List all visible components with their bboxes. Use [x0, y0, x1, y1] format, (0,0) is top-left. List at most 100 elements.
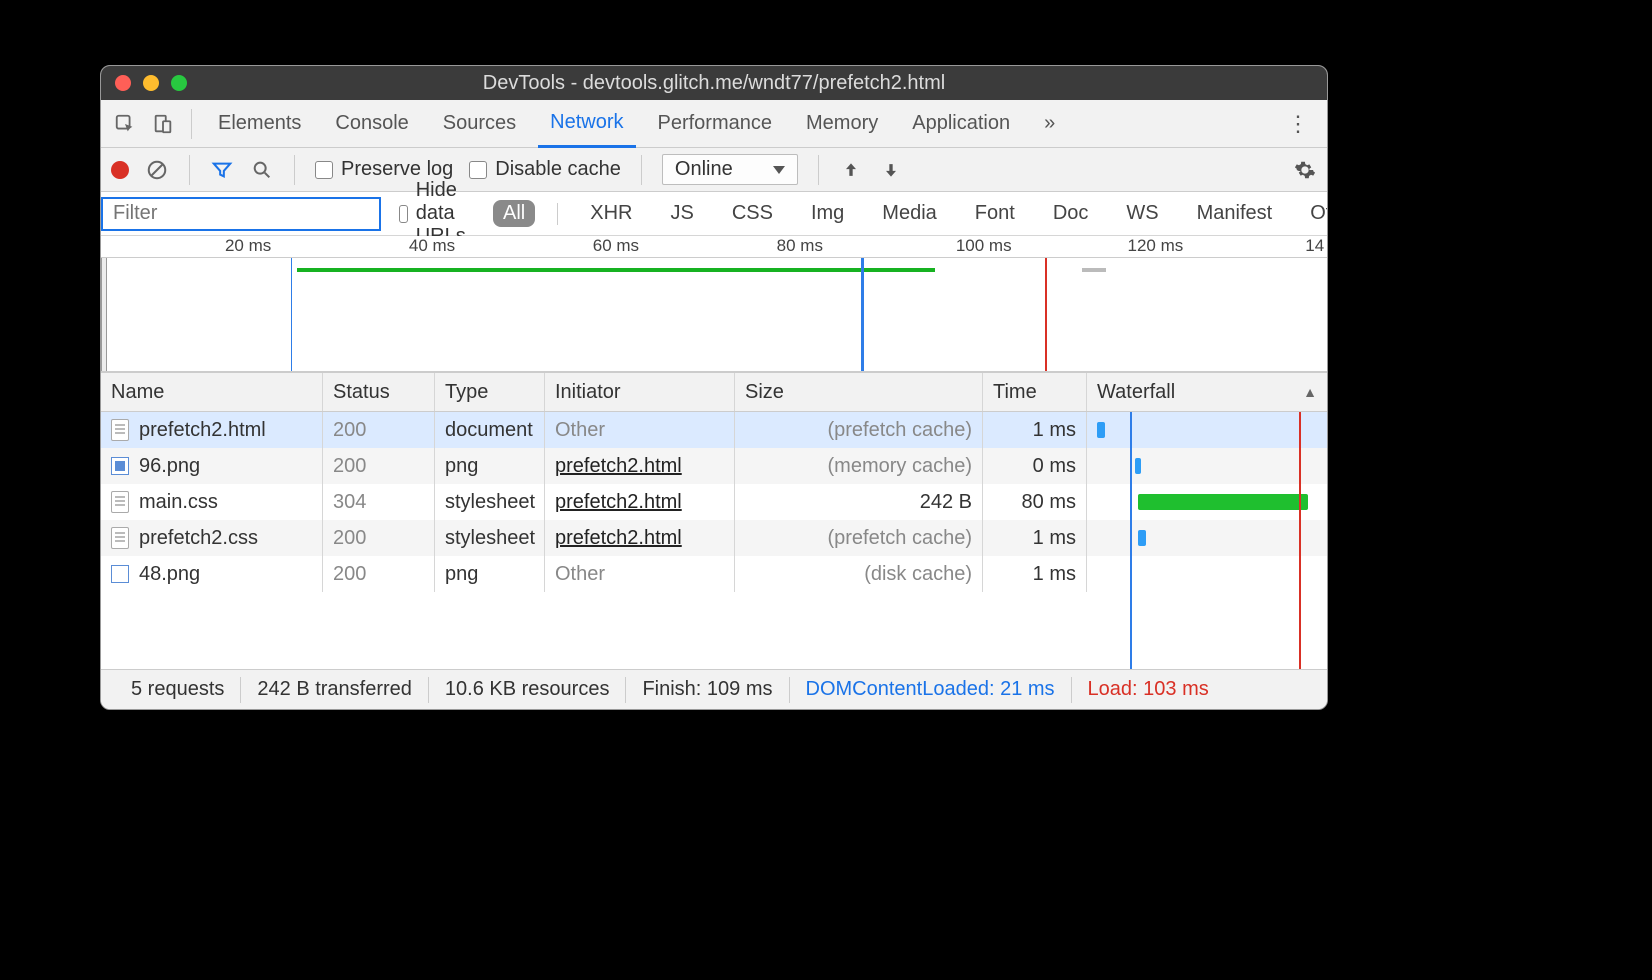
record-button[interactable] [111, 161, 129, 179]
column-status[interactable]: Status [323, 373, 435, 411]
file-icon [111, 491, 129, 513]
tab-application[interactable]: Application [900, 100, 1022, 148]
cell-status: 200 [323, 556, 435, 592]
column-name[interactable]: Name [101, 373, 323, 411]
throttling-value: Online [675, 158, 733, 181]
filter-type-xhr[interactable]: XHR [580, 200, 642, 227]
status-bar: 5 requests 242 B transferred 10.6 KB res… [101, 669, 1327, 709]
cell-initiator[interactable]: prefetch2.html [545, 484, 735, 520]
tick-label: 100 ms [956, 236, 1012, 256]
clear-icon[interactable] [145, 158, 169, 182]
column-waterfall[interactable]: Waterfall ▲ [1087, 373, 1327, 411]
search-icon[interactable] [250, 158, 274, 182]
cell-type: png [435, 448, 545, 484]
table-row[interactable]: 48.png200pngOther(disk cache)1 ms [101, 556, 1327, 592]
filter-type-js[interactable]: JS [660, 200, 703, 227]
minimize-window-button[interactable] [143, 75, 159, 91]
cell-status: 200 [323, 412, 435, 448]
filter-type-img[interactable]: Img [801, 200, 854, 227]
throttling-select[interactable]: Online [662, 154, 798, 185]
status-finish: Finish: 109 ms [626, 678, 788, 701]
column-time[interactable]: Time [983, 373, 1087, 411]
checkbox-icon [399, 205, 408, 223]
device-toolbar-icon[interactable] [149, 110, 177, 138]
preserve-log-checkbox[interactable]: Preserve log [315, 158, 453, 181]
cell-type: stylesheet [435, 520, 545, 556]
overview-ruler: 20 ms 40 ms 60 ms 80 ms 100 ms 120 ms 14 [101, 236, 1327, 258]
separator [189, 155, 190, 185]
devtools-window: DevTools - devtools.glitch.me/wndt77/pre… [100, 65, 1328, 710]
cell-status: 304 [323, 484, 435, 520]
tab-sources[interactable]: Sources [431, 100, 528, 148]
overview-handle-left[interactable] [101, 258, 107, 371]
column-type[interactable]: Type [435, 373, 545, 411]
column-waterfall-label: Waterfall [1097, 381, 1175, 404]
filter-input[interactable] [101, 197, 381, 231]
filter-type-css[interactable]: CSS [722, 200, 783, 227]
window-title: DevTools - devtools.glitch.me/wndt77/pre… [101, 72, 1327, 95]
tab-more[interactable]: » [1032, 100, 1067, 148]
filter-type-media[interactable]: Media [872, 200, 946, 227]
tab-network[interactable]: Network [538, 100, 635, 148]
status-transferred: 242 B transferred [241, 678, 428, 701]
more-options-icon[interactable]: ⋮ [1279, 111, 1317, 137]
cell-initiator: Other [545, 556, 735, 592]
separator [294, 155, 295, 185]
tick-label: 40 ms [409, 236, 455, 256]
cell-name: prefetch2.html [101, 412, 323, 448]
network-toolbar: Preserve log Disable cache Online [101, 148, 1327, 192]
filter-type-manifest[interactable]: Manifest [1187, 200, 1283, 227]
filter-type-ws[interactable]: WS [1116, 200, 1168, 227]
tick-label: 14 [1305, 236, 1324, 256]
maximize-window-button[interactable] [171, 75, 187, 91]
filter-type-other[interactable]: Other [1300, 200, 1328, 227]
cell-type: stylesheet [435, 484, 545, 520]
column-size[interactable]: Size [735, 373, 983, 411]
cell-size: 242 B [735, 484, 983, 520]
filter-type-all[interactable]: All [493, 200, 535, 227]
filter-type-font[interactable]: Font [965, 200, 1025, 227]
cell-initiator: Other [545, 412, 735, 448]
table-row[interactable]: prefetch2.css200stylesheetprefetch2.html… [101, 520, 1327, 556]
upload-har-icon[interactable] [839, 158, 863, 182]
tab-elements[interactable]: Elements [206, 100, 313, 148]
cell-initiator[interactable]: prefetch2.html [545, 448, 735, 484]
filter-icon[interactable] [210, 158, 234, 182]
cell-waterfall [1087, 556, 1327, 592]
tab-console[interactable]: Console [323, 100, 420, 148]
overview-load-marker [1045, 258, 1047, 371]
tab-performance[interactable]: Performance [646, 100, 785, 148]
request-table-body: prefetch2.html200documentOther(prefetch … [101, 412, 1327, 592]
traffic-lights [101, 75, 187, 91]
table-row[interactable]: prefetch2.html200documentOther(prefetch … [101, 412, 1327, 448]
filter-type-doc[interactable]: Doc [1043, 200, 1099, 227]
table-row[interactable]: main.css304stylesheetprefetch2.html242 B… [101, 484, 1327, 520]
tab-memory[interactable]: Memory [794, 100, 890, 148]
overview-timeline[interactable]: 20 ms 40 ms 60 ms 80 ms 100 ms 120 ms 14 [101, 236, 1327, 372]
cell-time: 80 ms [983, 484, 1087, 520]
close-window-button[interactable] [115, 75, 131, 91]
cell-name: prefetch2.css [101, 520, 323, 556]
disable-cache-label: Disable cache [495, 158, 621, 181]
inspect-element-icon[interactable] [111, 110, 139, 138]
cell-initiator[interactable]: prefetch2.html [545, 520, 735, 556]
cell-waterfall [1087, 484, 1327, 520]
table-row[interactable]: 96.png200pngprefetch2.html(memory cache)… [101, 448, 1327, 484]
download-har-icon[interactable] [879, 158, 903, 182]
separator [191, 109, 192, 139]
cell-name: 48.png [101, 556, 323, 592]
waterfall-bar [1138, 494, 1308, 510]
cell-time: 1 ms [983, 520, 1087, 556]
tick-label: 120 ms [1127, 236, 1183, 256]
cell-size: (disk cache) [735, 556, 983, 592]
disable-cache-checkbox[interactable]: Disable cache [469, 158, 621, 181]
cell-name: main.css [101, 484, 323, 520]
cell-waterfall [1087, 448, 1327, 484]
cell-type: png [435, 556, 545, 592]
status-requests: 5 requests [115, 678, 240, 701]
waterfall-bar [1138, 530, 1146, 546]
waterfall-bar [1097, 422, 1105, 438]
panel-tabs: Elements Console Sources Network Perform… [101, 100, 1327, 148]
settings-icon[interactable] [1293, 158, 1317, 182]
column-initiator[interactable]: Initiator [545, 373, 735, 411]
